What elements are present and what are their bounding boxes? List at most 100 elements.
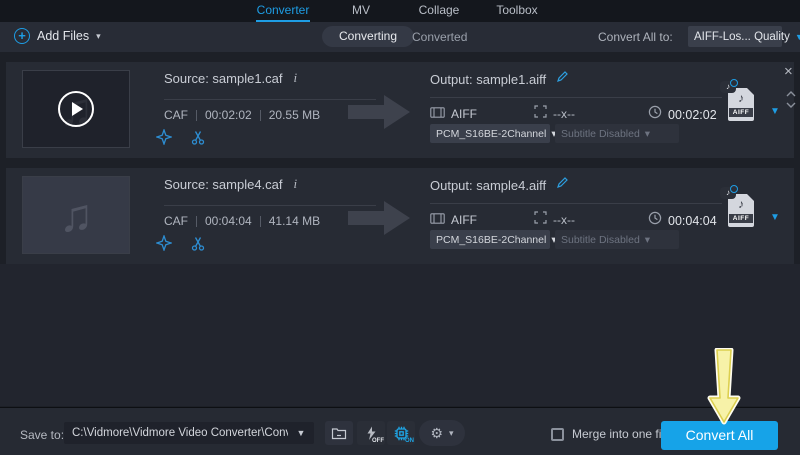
merge-checkbox[interactable] bbox=[551, 428, 564, 441]
info-icon[interactable]: i bbox=[294, 176, 298, 192]
subtitle-dropdown[interactable]: Subtitle Disabled ▾ bbox=[555, 124, 679, 143]
convert-direction-arrow-icon bbox=[348, 198, 412, 243]
media-thumbnail[interactable]: ♫ bbox=[22, 176, 130, 254]
add-files-button[interactable]: + Add Files ▾ bbox=[14, 28, 101, 44]
source-format: CAF bbox=[164, 108, 188, 122]
divider bbox=[430, 97, 722, 98]
gpu-chip-on-button[interactable]: ON bbox=[387, 421, 415, 445]
settings-button[interactable]: ⚙ ▾ bbox=[419, 420, 465, 446]
source-size: 20.55 MB bbox=[269, 108, 320, 122]
convert-direction-arrow-icon bbox=[348, 92, 412, 137]
subtitle-value: Subtitle Disabled bbox=[561, 234, 640, 246]
tab-collage[interactable]: Collage bbox=[400, 0, 478, 22]
audio-badge-icon: ♪ bbox=[720, 81, 736, 93]
tab-toolbox[interactable]: Toolbox bbox=[478, 0, 556, 22]
cut-scissors-icon[interactable] bbox=[186, 232, 210, 254]
tab-converter[interactable]: Converter bbox=[244, 0, 322, 22]
clock-icon bbox=[648, 211, 662, 230]
dropdown-caret-icon: ▼ bbox=[795, 32, 800, 42]
chevron-down-icon: ▾ bbox=[449, 428, 454, 439]
output-duration: 00:04:04 bbox=[668, 214, 717, 228]
edit-effects-icon[interactable] bbox=[152, 232, 176, 254]
source-filename: Source: sample1.caf bbox=[164, 71, 283, 86]
info-icon[interactable]: i bbox=[294, 70, 298, 86]
output-format-file-icon[interactable]: ♪ AIFF ♪ bbox=[728, 88, 754, 121]
tab-mv[interactable]: MV bbox=[322, 0, 400, 22]
main-tab-bar: Converter MV Collage Toolbox bbox=[0, 0, 800, 22]
divider bbox=[164, 205, 376, 206]
source-meta: CAF 00:02:02 20.55 MB bbox=[164, 108, 320, 122]
music-note-icon: ♪ bbox=[728, 91, 754, 105]
file-type-label: AIFF bbox=[729, 108, 753, 117]
flash-state-label: OFF bbox=[372, 438, 384, 444]
output-format: AIFF bbox=[451, 107, 477, 121]
clock-icon bbox=[648, 105, 662, 124]
save-path-value: C:\Vidmore\Vidmore Video Converter\Conve… bbox=[64, 427, 288, 439]
tab-converter-label: Converter bbox=[257, 3, 310, 17]
move-down-icon[interactable] bbox=[786, 95, 796, 113]
divider bbox=[164, 99, 376, 100]
output-format-file-icon[interactable]: ♪ AIFF ♪ bbox=[728, 194, 754, 227]
tab-mv-label: MV bbox=[352, 3, 370, 17]
subtitle-value: Subtitle Disabled bbox=[561, 128, 640, 140]
edit-effects-icon[interactable] bbox=[152, 126, 176, 148]
hardware-acceleration-off-button[interactable]: OFF bbox=[357, 421, 385, 445]
output-resolution: --x-- bbox=[553, 107, 575, 121]
media-thumbnail[interactable]: ♫ bbox=[22, 70, 130, 148]
dropdown-caret-icon: ▼ bbox=[288, 428, 314, 438]
output-filename: Output: sample1.aiff bbox=[430, 72, 546, 87]
source-duration: 00:02:02 bbox=[205, 108, 252, 122]
source-meta: CAF 00:04:04 41.14 MB bbox=[164, 214, 320, 228]
vidmore-converter-window: Converter MV Collage Toolbox + Add Files… bbox=[0, 0, 800, 455]
codec-dropdown[interactable]: PCM_S16BE-2Channel ▾ bbox=[430, 230, 550, 249]
save-path-dropdown[interactable]: C:\Vidmore\Vidmore Video Converter\Conve… bbox=[64, 422, 314, 444]
output-duration: 00:02:02 bbox=[668, 108, 717, 122]
file-row-sample4: ♫ Source: sample4.caf i CAF 00:04:04 41.… bbox=[6, 168, 794, 264]
remove-row-icon[interactable]: × bbox=[784, 64, 793, 80]
resolution-expand-icon bbox=[534, 105, 547, 123]
chevron-down-icon: ▾ bbox=[96, 31, 101, 42]
codec-dropdown[interactable]: PCM_S16BE-2Channel ▾ bbox=[430, 124, 550, 143]
file-row-sample1: ♫ Source: sample1.caf i CAF 00:02:02 20.… bbox=[6, 62, 794, 158]
rename-pencil-icon[interactable] bbox=[556, 70, 569, 88]
gear-icon: ⚙ bbox=[430, 426, 443, 440]
source-filename: Source: sample4.caf bbox=[164, 177, 283, 192]
tab-converting[interactable]: Converting bbox=[322, 26, 414, 47]
filmstrip-icon bbox=[430, 211, 445, 229]
format-caret-icon[interactable]: ▼ bbox=[770, 106, 780, 117]
open-folder-button[interactable] bbox=[325, 421, 353, 445]
tab-collage-label: Collage bbox=[419, 3, 460, 17]
music-note-icon: ♫ bbox=[59, 192, 94, 238]
resolution-expand-icon bbox=[534, 211, 547, 229]
dropdown-caret-icon: ▾ bbox=[645, 234, 673, 246]
output-filename: Output: sample4.aiff bbox=[430, 178, 546, 193]
converting-label: Converting bbox=[339, 29, 397, 43]
filmstrip-icon bbox=[430, 105, 445, 123]
cut-scissors-icon[interactable] bbox=[186, 126, 210, 148]
source-duration: 00:04:04 bbox=[205, 214, 252, 228]
file-type-label: AIFF bbox=[729, 214, 753, 223]
source-format: CAF bbox=[164, 214, 188, 228]
save-to-label: Save to: bbox=[20, 428, 64, 442]
tab-toolbox-label: Toolbox bbox=[496, 3, 537, 17]
highlight-arrow-icon bbox=[702, 348, 748, 431]
convert-all-to-label: Convert All to: bbox=[598, 30, 673, 44]
bottom-bar: Save to: C:\Vidmore\Vidmore Video Conver… bbox=[0, 407, 800, 455]
output-format: AIFF bbox=[451, 213, 477, 227]
output-resolution: --x-- bbox=[553, 213, 575, 227]
audio-badge-icon: ♪ bbox=[720, 187, 736, 199]
format-caret-icon[interactable]: ▼ bbox=[770, 212, 780, 223]
tab-converted[interactable]: Converted bbox=[412, 30, 467, 44]
plus-circle-icon: + bbox=[14, 28, 30, 44]
divider bbox=[430, 203, 722, 204]
file-list-empty-area bbox=[0, 264, 800, 406]
subtitle-dropdown[interactable]: Subtitle Disabled ▾ bbox=[555, 230, 679, 249]
chip-state-label: ON bbox=[405, 438, 414, 444]
codec-value: PCM_S16BE-2Channel bbox=[436, 128, 546, 140]
rename-pencil-icon[interactable] bbox=[556, 176, 569, 194]
convert-all-to-dropdown[interactable]: AIFF-Los... Quality ▼ bbox=[688, 26, 782, 47]
convert-all-to-value: AIFF-Los... Quality bbox=[694, 31, 790, 43]
codec-value: PCM_S16BE-2Channel bbox=[436, 234, 546, 246]
play-button[interactable] bbox=[58, 91, 94, 127]
toolbar: + Add Files ▾ Converting Converted Conve… bbox=[0, 22, 800, 52]
